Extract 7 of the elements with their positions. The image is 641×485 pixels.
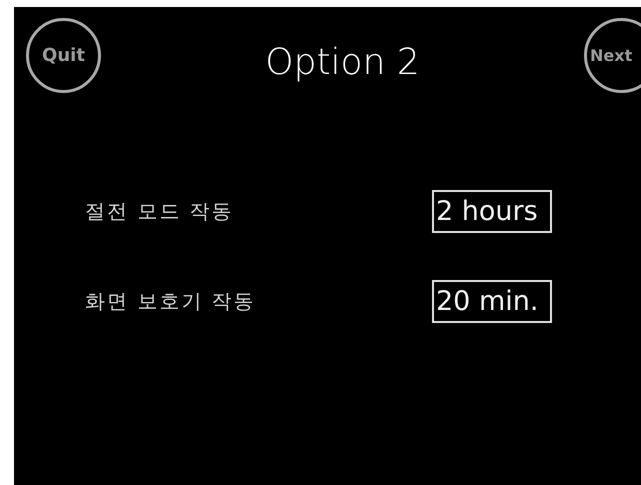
value-field[interactable]: 2 hours	[432, 190, 552, 233]
page-title: Option 2	[264, 41, 421, 83]
next-button[interactable]: Next	[584, 18, 641, 93]
setting-label: 절전 모드 작동	[85, 198, 234, 225]
value-field[interactable]: 20 min.	[432, 280, 552, 323]
setting-label: 화면 보호기 작동	[85, 288, 256, 315]
quit-button[interactable]: Quit	[26, 18, 101, 93]
